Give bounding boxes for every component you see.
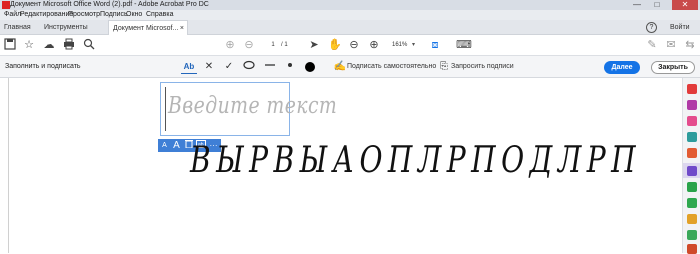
minimize-button[interactable]: — [628, 0, 646, 10]
line-tool-icon[interactable] [263, 60, 277, 74]
sign-pen-icon[interactable]: ✎ [645, 38, 659, 52]
cross-mark-tool[interactable]: ✕ [202, 60, 216, 74]
hand-tool-icon[interactable]: ✋ [328, 38, 342, 52]
check-mark-tool[interactable]: ✓ [222, 60, 236, 74]
more-tools-icon[interactable] [687, 230, 697, 240]
sign-yourself-button[interactable]: Подписать самостоятельно [347, 56, 436, 78]
export-pdf-icon[interactable] [687, 116, 697, 126]
zoom-search-icon[interactable] [82, 38, 96, 52]
select-cursor-icon[interactable]: ➤ [307, 38, 321, 52]
window-title: Документ Microsoft Office Word (2).pdf -… [10, 1, 209, 8]
zoom-out-icon[interactable]: ⊖ [347, 38, 361, 52]
mail-icon[interactable]: ✉ [664, 38, 678, 52]
organize-pages-icon[interactable] [687, 148, 697, 158]
maximize-button[interactable]: □ [648, 0, 666, 10]
zoom-in-icon[interactable]: ⊕ [367, 38, 381, 52]
menu-view[interactable]: Просмотр [68, 10, 100, 20]
tab-document-label: Документ Microsof... [113, 25, 179, 32]
next-page-icon[interactable]: ⊖ [242, 38, 256, 52]
title-bar: Документ Microsoft Office Word (2).pdf -… [0, 0, 700, 10]
right-tools-panel [682, 78, 700, 254]
comment-icon[interactable] [687, 132, 697, 142]
acrobat-icon [2, 1, 10, 9]
increase-font-button[interactable]: A [171, 139, 182, 152]
decrease-font-button[interactable]: A [159, 139, 170, 152]
page-left-edge [8, 78, 9, 253]
print-icon[interactable] [62, 38, 76, 52]
tab-document[interactable]: Документ Microsof... × [108, 20, 188, 35]
menu-sign[interactable]: Подпись [100, 10, 128, 20]
menu-window[interactable]: Окно [126, 10, 142, 20]
close-window-button[interactable]: ✕ [672, 0, 698, 10]
tab-home[interactable]: Главная [4, 20, 31, 35]
create-pdf-icon[interactable] [687, 84, 697, 94]
share-icon[interactable]: ⇆ [683, 38, 697, 52]
menu-bar: Файл Редактирование Просмотр Подпись Окн… [0, 10, 700, 20]
text-field-placeholder: Введите текст [168, 93, 338, 119]
protect-icon[interactable] [687, 198, 697, 208]
cloud-upload-icon[interactable]: ☁ [42, 38, 56, 52]
text-field-box[interactable]: Введите текст [160, 82, 337, 136]
menu-edit[interactable]: Редактирование [20, 10, 73, 20]
text-caret [165, 87, 166, 131]
add-text-tool[interactable]: Ab [181, 60, 197, 74]
page-fit-icon[interactable]: ⧈ [428, 38, 442, 52]
bookmark-star-icon[interactable]: ☆ [22, 38, 36, 52]
close-button[interactable]: Закрыть [651, 61, 695, 74]
measure-icon[interactable] [687, 214, 697, 224]
help-icon[interactable]: ? [646, 22, 657, 33]
tab-close-icon[interactable]: × [180, 21, 184, 36]
handwritten-text: ВЫРВЫАОПЛРПОДЛРП [190, 140, 642, 181]
fill-sign-label: Заполнить и подписать [5, 63, 81, 70]
main-toolbar: ☆ ☁ ⊕ ⊖ 1 / 1 ➤ ✋ ⊖ ⊕ 161% ▾ ⧈ ⌨ ✎ ✉ ⇆ [0, 35, 700, 56]
keyboard-icon[interactable]: ⌨ [456, 38, 472, 52]
menu-help[interactable]: Справка [146, 10, 173, 20]
ellipse-tool-icon[interactable] [242, 60, 256, 74]
send-review-icon[interactable] [687, 182, 697, 192]
small-dot-tool-icon[interactable] [283, 60, 297, 74]
fill-sign-pen-icon[interactable] [687, 166, 697, 176]
page-number-input[interactable]: 1 [266, 40, 280, 51]
tab-tools[interactable]: Инструменты [44, 20, 88, 35]
prev-page-icon[interactable]: ⊕ [223, 38, 237, 52]
tab-bar: Главная Инструменты Документ Microsof...… [0, 20, 700, 35]
edit-pdf-icon[interactable] [687, 100, 697, 110]
page-total: / 1 [281, 42, 288, 48]
request-signatures-icon[interactable]: ⎘ [437, 60, 451, 74]
zoom-dropdown-icon[interactable]: ▾ [412, 40, 415, 51]
signin-link[interactable]: Войти [670, 20, 690, 35]
sign-yourself-icon[interactable]: ✍ [333, 60, 347, 74]
zoom-level[interactable]: 161% [392, 40, 407, 51]
save-icon[interactable] [3, 38, 17, 52]
color-picker-icon[interactable] [303, 60, 317, 74]
next-button[interactable]: Далее [604, 61, 640, 74]
request-signatures-button[interactable]: Запросить подписи [451, 56, 514, 78]
menu-file[interactable]: Файл [4, 10, 21, 20]
fill-sign-toolbar: Заполнить и подписать Ab ✕ ✓ ✍ Подписать… [0, 56, 700, 78]
